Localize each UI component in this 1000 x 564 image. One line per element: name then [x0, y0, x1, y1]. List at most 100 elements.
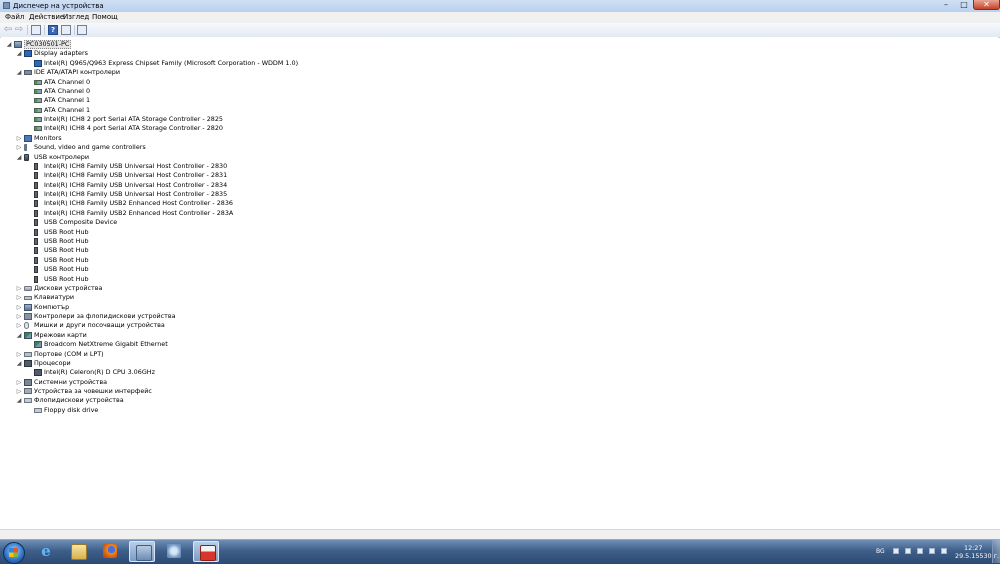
collapse-arrow-icon[interactable]: ◢	[16, 154, 22, 161]
taskbar-media-app[interactable]	[193, 541, 219, 562]
usb-icon	[24, 153, 29, 161]
ata-channel-icon	[34, 126, 42, 132]
taskbar-device-manager[interactable]	[129, 541, 155, 562]
action-center-icon[interactable]	[905, 548, 911, 554]
toolbar: ⇦ ⇨ ?	[0, 23, 1000, 38]
toolbar-separator	[74, 25, 75, 35]
tree-category-label: Контролери за флопидискови устройства	[34, 312, 176, 321]
properties-icon[interactable]	[61, 25, 71, 35]
tree-category-label: Sound, video and game controllers	[34, 143, 146, 152]
tree-category-label: Процесори	[34, 358, 71, 367]
tree-device-label: Intel(R) ICH8 Family USB2 Enhanced Host …	[44, 199, 233, 208]
floppy-drive-icon	[24, 398, 32, 404]
taskbar-ie-window[interactable]	[161, 541, 187, 562]
expand-arrow-icon[interactable]: ▷	[16, 313, 22, 320]
expand-arrow-icon[interactable]: ▷	[16, 351, 22, 358]
tree-category-label: Дискови устройства	[34, 283, 103, 292]
taskbar-windows-explorer[interactable]	[65, 541, 91, 562]
usb-device-icon	[34, 237, 38, 245]
computer-icon	[24, 303, 32, 311]
ata-channel-icon	[34, 79, 42, 85]
expand-arrow-icon[interactable]: ▷	[16, 135, 22, 142]
tree-category-label: Monitors	[34, 133, 62, 142]
tree-device-label: USB Composite Device	[44, 218, 118, 227]
usb-device-icon	[34, 172, 38, 180]
expand-arrow-icon[interactable]: ▷	[16, 285, 22, 292]
clock-time[interactable]: 12:27	[964, 544, 982, 552]
ata-channel-icon	[34, 88, 42, 94]
keyboard-icon	[24, 296, 32, 301]
taskbar-internet-explorer[interactable]: e	[33, 541, 59, 562]
usb-device-icon	[34, 228, 38, 236]
collapse-arrow-icon[interactable]: ◢	[16, 360, 22, 367]
network-icon[interactable]	[917, 548, 923, 554]
tree-device-label: USB Root Hub	[44, 236, 89, 245]
cpu-chip-icon	[34, 369, 42, 377]
tree-category-label: Устройства за човешки интерфейс	[34, 387, 152, 396]
tree-category-label: Портове (COM и LPT)	[34, 349, 104, 358]
disk-drive-icon	[24, 285, 32, 291]
tree-device-label: Intel(R) ICH8 Family USB Universal Host …	[44, 171, 228, 180]
tree-device-label: USB Root Hub	[44, 255, 89, 264]
show-hide-tree-icon[interactable]	[31, 25, 41, 35]
speaker-icon	[24, 144, 32, 152]
expand-arrow-icon[interactable]: ▷	[16, 304, 22, 311]
tree-category-label: USB контролери	[34, 152, 90, 161]
expand-arrow-icon[interactable]: ▷	[16, 322, 22, 329]
usb-device-icon	[34, 209, 38, 217]
tree-device-label: Broadcom NetXtreme Gigabit Ethernet	[44, 340, 168, 349]
device-manager-app-icon	[3, 2, 10, 9]
volume-icon[interactable]	[929, 548, 935, 554]
maximize-button[interactable]: □	[955, 0, 973, 10]
collapse-arrow-icon[interactable]: ◢	[16, 397, 22, 404]
mouse-icon	[24, 322, 29, 330]
ata-channel-icon	[34, 107, 42, 113]
tree-device-label: Floppy disk drive	[44, 405, 99, 414]
forward-arrow-icon[interactable]: ⇨	[14, 25, 24, 35]
menu-action[interactable]: Действие	[29, 13, 64, 22]
safely-remove-icon[interactable]	[941, 548, 947, 554]
usb-device-icon	[34, 200, 38, 208]
tree-device-label: USB Root Hub	[44, 265, 89, 274]
close-button[interactable]: ✕	[973, 0, 1000, 10]
expand-arrow-icon[interactable]: ▷	[16, 294, 22, 301]
floppy-controller-icon	[24, 313, 32, 321]
device-tree[interactable]: ◢ PC030501-PC ◢ Display adapters Intel(R) Q9…	[1, 37, 998, 529]
start-button[interactable]	[3, 542, 25, 564]
tree-device-label: ATA Channel 1	[44, 96, 91, 105]
show-desktop-button[interactable]	[992, 540, 1000, 563]
expand-arrow-icon[interactable]: ▷	[16, 388, 22, 395]
minimize-button[interactable]: –	[937, 0, 955, 10]
media-app-icon	[200, 545, 216, 561]
usb-device-icon	[34, 275, 38, 283]
usb-device-icon	[34, 266, 38, 274]
ide-controller-icon	[24, 70, 32, 76]
network-card-icon	[34, 341, 42, 349]
ata-channel-icon	[34, 98, 42, 104]
menu-help[interactable]: Помощ	[92, 13, 118, 22]
taskbar-firefox[interactable]	[97, 541, 123, 562]
menu-file[interactable]: Файл	[5, 13, 24, 22]
device-manager-icon	[136, 545, 152, 561]
toolbar-separator	[27, 25, 28, 35]
language-indicator[interactable]: BG	[876, 548, 885, 555]
collapse-arrow-icon[interactable]: ◢	[16, 69, 22, 76]
tree-device-label: USB Root Hub	[44, 246, 89, 255]
scan-hardware-icon[interactable]	[77, 25, 87, 35]
collapse-arrow-icon[interactable]: ◢	[16, 332, 22, 339]
processor-icon	[24, 359, 32, 367]
firefox-icon	[103, 544, 117, 558]
tree-category-label: Мишки и други посочващи устройства	[34, 321, 165, 330]
expand-arrow-icon[interactable]: ▷	[16, 144, 22, 151]
help-icon[interactable]: ?	[48, 25, 58, 35]
expand-arrow-icon[interactable]: ▷	[16, 379, 22, 386]
tree-device-label: Intel(R) Celeron(R) D CPU 3.06GHz	[44, 368, 155, 377]
ata-channel-icon	[34, 117, 42, 123]
floppy-disk-icon	[34, 407, 42, 413]
collapse-arrow-icon[interactable]: ◢	[16, 50, 22, 57]
tray-arrow-icon[interactable]	[893, 548, 899, 554]
back-arrow-icon[interactable]: ⇦	[3, 25, 13, 35]
menu-view[interactable]: Изглед	[63, 13, 89, 22]
tree-category-label: Компютър	[34, 302, 70, 311]
collapse-arrow-icon[interactable]: ◢	[6, 41, 12, 48]
